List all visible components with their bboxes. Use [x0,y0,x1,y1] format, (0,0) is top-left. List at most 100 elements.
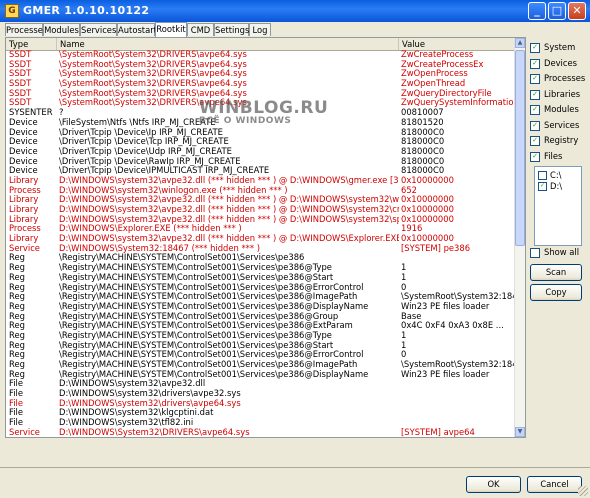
table-row[interactable]: SSDT \SystemRoot\System32\DRIVERS\avpe64.… [6,98,517,108]
tab-cmd[interactable]: CMD [187,23,214,36]
table-row[interactable]: Reg \Registry\MACHINE\SYSTEM\ControlSet00… [6,350,517,360]
cell-type: Reg [9,330,25,340]
table-row[interactable]: SSDT \SystemRoot\System32\DRIVERS\avpe64.… [6,89,517,99]
table-row[interactable]: Library D:\WINDOWS\system32\avpe32.dll (*… [6,215,517,225]
table-row[interactable]: Library D:\WINDOWS\system32\avpe32.dll (*… [6,205,517,215]
table-row[interactable]: File D:\WINDOWS\system32\tfl82.ini [6,418,517,428]
table-row[interactable]: Reg \Registry\MACHINE\SYSTEM\ControlSet00… [6,360,517,370]
checkbox-icon[interactable]: ✓ [530,42,540,53]
table-row[interactable]: Service D:\WINDOWS\System32:18467 (*** hi… [6,244,517,254]
option-devices[interactable]: ✓ Devices [530,57,577,69]
option-show-all[interactable]: Show all [530,246,579,258]
cell-name: \Driver\Tcpip \Device\Ip IRP_MJ_CREATE [59,127,223,137]
checkbox-icon[interactable]: ✓ [538,182,547,191]
table-row[interactable]: Reg \Registry\MACHINE\SYSTEM\ControlSet00… [6,263,517,273]
table-row[interactable]: SSDT \SystemRoot\System32\DRIVERS\avpe64.… [6,79,517,89]
maximize-button[interactable]: □ [548,2,566,20]
table-row[interactable]: Reg \Registry\MACHINE\SYSTEM\ControlSet00… [6,321,517,331]
cell-type: Reg [9,292,25,302]
table-row[interactable]: Device \Driver\Tcpip \Device\Tcp IRP_MJ_C… [6,137,517,147]
tab-settings[interactable]: Settings [214,23,249,36]
checkbox-icon[interactable] [530,247,540,258]
cell-name: D:\WINDOWS\system32\avpe32.dll (*** hidd… [59,214,399,224]
option-services[interactable]: ✓ Services [530,119,579,131]
column-header-value[interactable]: Value [399,38,517,50]
table-row[interactable]: File D:\WINDOWS\system32\klgcptini.dat [6,408,517,418]
table-row[interactable]: Device \Driver\Tcpip \Device\RawIp IRP_MJ… [6,157,517,167]
tab-services[interactable]: Services [80,23,117,36]
checkbox-icon[interactable]: ✓ [530,89,540,100]
minimize-button[interactable]: _ [528,2,546,20]
checkbox-icon[interactable]: ✓ [530,151,540,162]
resize-grip-icon[interactable] [578,486,588,496]
drive-c[interactable]: C:\ [538,170,562,180]
option-registry[interactable]: ✓ Registry [530,134,578,146]
table-row[interactable]: Reg \Registry\MACHINE\SYSTEM\ControlSet00… [6,341,517,351]
column-header-name[interactable]: Name [57,38,399,50]
checkbox-icon[interactable]: ✓ [530,73,540,84]
scroll-up-arrow-icon[interactable]: ▲ [515,38,525,48]
window-title: GMER 1.0.10.10122 [23,4,150,17]
cell-value: ZwCreateProcessEx [401,59,484,69]
cell-name: \Driver\Tcpip \Device\RawIp IRP_MJ_CREAT… [59,156,241,166]
option-libraries[interactable]: ✓ Libraries [530,88,580,100]
cell-type: Reg [9,282,25,292]
ok-button[interactable]: OK [466,476,521,493]
cell-value: 818000C0 [401,146,445,156]
table-row[interactable]: Library D:\WINDOWS\system32\avpe32.dll (*… [6,176,517,186]
checkbox-icon[interactable]: ✓ [530,104,540,115]
cell-value: Base [401,311,422,321]
table-row[interactable]: Reg \Registry\MACHINE\SYSTEM\ControlSet00… [6,302,517,312]
table-row[interactable]: Library D:\WINDOWS\system32\avpe32.dll (*… [6,195,517,205]
table-row[interactable]: Library D:\WINDOWS\system32\avpe32.dll (*… [6,234,517,244]
table-row[interactable]: Reg \Registry\MACHINE\SYSTEM\ControlSet00… [6,273,517,283]
table-row[interactable]: File D:\WINDOWS\system32\avpe32.dll [6,379,517,389]
cancel-button[interactable]: Cancel [527,476,582,493]
table-row[interactable]: Reg \Registry\MACHINE\SYSTEM\ControlSet00… [6,370,517,380]
table-row[interactable]: Reg \Registry\MACHINE\SYSTEM\ControlSet00… [6,283,517,293]
table-row[interactable]: Process D:\WINDOWS\system32\winlogon.exe … [6,186,517,196]
checkbox-icon[interactable]: ✓ [530,135,540,146]
checkbox-icon[interactable]: ✓ [530,58,540,69]
table-row[interactable]: Service D:\WINDOWS\System32\DRIVERS\avpe6… [6,428,517,437]
checkbox-icon[interactable]: ✓ [530,120,540,131]
close-button[interactable]: ✕ [568,2,586,20]
table-row[interactable]: Reg \Registry\MACHINE\SYSTEM\ControlSet00… [6,331,517,341]
title-bar[interactable]: G GMER 1.0.10.10122 _ □ ✕ [0,0,590,22]
drive-d[interactable]: ✓ D:\ [538,181,562,191]
table-row[interactable]: Device \Driver\Tcpip \Device\Udp IRP_MJ_C… [6,147,517,157]
option-modules[interactable]: ✓ Modules [530,103,579,115]
tab-autostart[interactable]: Autostart [117,23,157,36]
option-processes[interactable]: ✓ Processes [530,72,585,84]
table-row[interactable]: File D:\WINDOWS\system32\drivers\avpe32.s… [6,389,517,399]
table-row[interactable]: SSDT \SystemRoot\System32\DRIVERS\avpe64.… [6,50,517,60]
scroll-down-arrow-icon[interactable]: ▼ [515,427,525,437]
copy-button[interactable]: Copy [530,284,582,301]
table-row[interactable]: Device \FileSystem\Ntfs \Ntfs IRP_MJ_CREA… [6,118,517,128]
table-row[interactable]: Device \Driver\Tcpip \Device\Ip IRP_MJ_CR… [6,128,517,138]
table-row[interactable]: SSDT \SystemRoot\System32\DRIVERS\avpe64.… [6,69,517,79]
table-row[interactable]: Reg \Registry\MACHINE\SYSTEM\ControlSet00… [6,253,517,263]
table-row[interactable]: SYSENTER? 00810007 [6,108,517,118]
scan-button[interactable]: Scan [530,264,582,281]
tab-modules[interactable]: Modules [43,23,80,36]
table-row[interactable]: Reg \Registry\MACHINE\SYSTEM\ControlSet00… [6,312,517,322]
vertical-scrollbar[interactable]: ▲ ▼ [514,38,525,437]
tab-log[interactable]: Log [249,23,271,36]
tab-processes[interactable]: Processes [5,23,47,36]
column-header-type[interactable]: Type [6,38,57,50]
table-row[interactable]: Device \Driver\Tcpip \Device\IPMULTICAST … [6,166,517,176]
checkbox-icon[interactable] [538,171,547,180]
results-list[interactable]: Type Name Value SSDT \SystemRoot\System32… [5,37,526,438]
option-system[interactable]: ✓ System [530,41,575,53]
scroll-thumb[interactable] [515,50,525,246]
cell-value: 0x10000000 [401,175,454,185]
option-files[interactable]: ✓ Files [530,150,562,162]
table-row[interactable]: SSDT \SystemRoot\System32\DRIVERS\avpe64.… [6,60,517,70]
tab-rootkit[interactable]: Rootkit [155,22,187,37]
table-row[interactable]: Process D:\WINDOWS\Explorer.EXE (*** hidd… [6,224,517,234]
cell-value: [SYSTEM] pe386 [401,243,471,253]
cell-name: \Registry\MACHINE\SYSTEM\ControlSet001\S… [59,282,364,292]
table-row[interactable]: Reg \Registry\MACHINE\SYSTEM\ControlSet00… [6,292,517,302]
table-row[interactable]: File D:\WINDOWS\system32\drivers\avpe64.s… [6,399,517,409]
